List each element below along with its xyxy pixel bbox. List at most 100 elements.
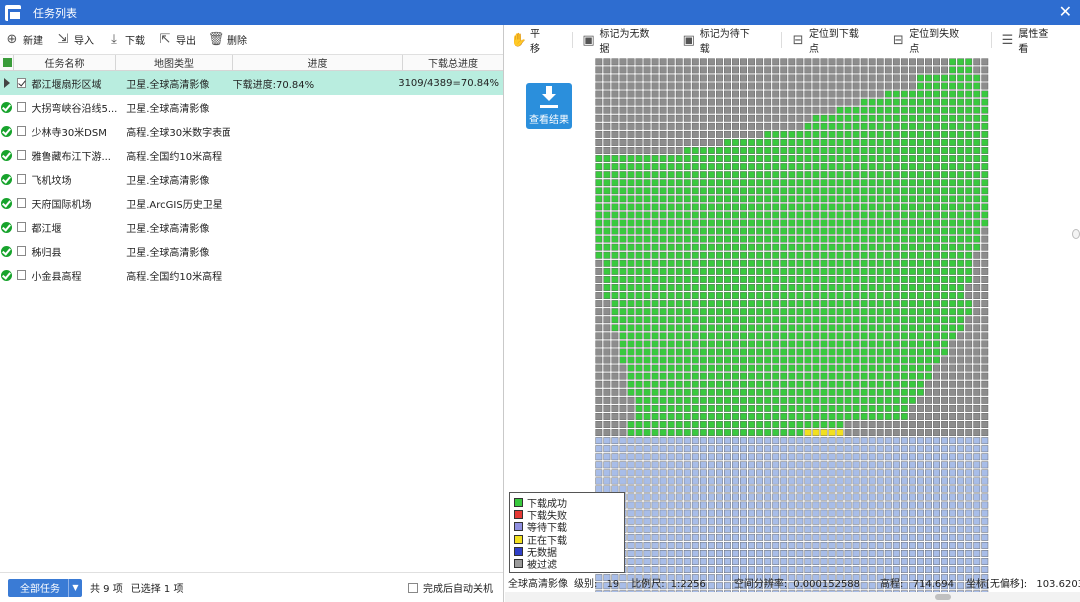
status-coord-label: 坐标[无偏移]:	[965, 578, 1028, 590]
tile-grid-map[interactable]	[595, 58, 989, 598]
status-elev: 714.694	[912, 578, 954, 590]
trash-icon: 🗑	[207, 32, 225, 47]
mark-nodata-button[interactable]: ▣ 标记为无数据	[581, 25, 659, 55]
task-map-type: 卫星.全球高清影像	[126, 175, 210, 187]
task-checkbox[interactable]	[16, 126, 27, 136]
mark-icon: ▣	[582, 32, 595, 48]
status-res: 0.000152588	[793, 578, 861, 590]
all-tasks-dropdown[interactable]: 全部任务 ▼	[8, 578, 82, 597]
task-checkbox[interactable]	[16, 246, 27, 256]
title-bar: 任务列表 ✕	[0, 0, 1080, 25]
task-map-type: 卫星.全球高清影像	[126, 223, 210, 235]
task-checkbox[interactable]	[16, 174, 27, 184]
view-result-button[interactable]: 查看结果	[526, 83, 572, 129]
hand-icon: ✋	[510, 32, 528, 48]
new-button[interactable]: ⊕ 新建	[4, 32, 43, 48]
auto-shutdown-checkbox[interactable]	[408, 582, 418, 593]
task-map-type: 高程.全球30米数字表面...	[126, 127, 230, 139]
task-row[interactable]: 大拐弯峡谷沿线5... 卫星.全球高清影像	[0, 95, 503, 119]
task-name: 雅鲁藏布江下游...	[31, 151, 111, 163]
col-total-header[interactable]: 下载总进度	[403, 55, 503, 71]
app-icon	[5, 4, 22, 21]
locate-downloaded-button[interactable]: ⊟ 定位到下载点	[790, 25, 868, 55]
task-row[interactable]: 雅鲁藏布江下游... 高程.全国约10米高程	[0, 143, 503, 167]
plus-circle-icon: ⊕	[6, 32, 18, 47]
col-type-header[interactable]: 地图类型	[116, 54, 233, 71]
map-status-bar: 全球高清影像 级别: 19 比例尺: 1:2256 空间分辨率: 0.0001525…	[505, 574, 1080, 590]
properties-button[interactable]: ☰ 属性查看	[1000, 25, 1058, 55]
legend-swatch	[514, 509, 523, 519]
task-checkbox[interactable]	[16, 222, 27, 232]
check-circle-icon	[1, 173, 13, 185]
check-circle-icon	[1, 269, 13, 281]
properties-label: 属性查看	[1018, 29, 1049, 55]
legend-swatch	[514, 522, 523, 532]
mark-nodata-label: 标记为无数据	[599, 29, 650, 55]
select-all-checkbox[interactable]	[0, 54, 14, 71]
task-checkbox[interactable]	[16, 150, 27, 160]
task-row[interactable]: 小金县高程 高程.全国约10米高程	[0, 263, 503, 287]
status-indicator	[0, 101, 14, 113]
task-map-type: 高程.全国约10米高程	[126, 151, 223, 163]
col-progress-header[interactable]: 进度	[233, 54, 403, 71]
task-progress: 下载进度:70.84%	[232, 79, 315, 91]
scroll-thumb[interactable]	[935, 594, 951, 600]
close-icon[interactable]: ✕	[1059, 3, 1072, 21]
properties-icon: ☰	[1001, 32, 1014, 48]
status-indicator	[0, 173, 14, 185]
task-name: 都江堰	[31, 223, 62, 235]
map-toolbar: ✋ 平移 ▣ 标记为无数据 ▣ 标记为待下载 ⊟ 定位到下载点 ⊟ 定位到失败点…	[505, 25, 1080, 55]
locate-icon: ⊟	[892, 32, 904, 48]
auto-shutdown-option[interactable]: 完成后自动关机	[408, 580, 493, 595]
status-indicator	[0, 269, 14, 281]
task-checkbox[interactable]	[16, 102, 27, 112]
pan-label: 平移	[530, 29, 540, 55]
map-pane: ✋ 平移 ▣ 标记为无数据 ▣ 标记为待下载 ⊟ 定位到下载点 ⊟ 定位到失败点…	[505, 25, 1080, 602]
col-name-header[interactable]: 任务名称	[14, 54, 116, 71]
task-row[interactable]: 飞机坟场 卫星.全球高清影像	[0, 167, 503, 191]
task-row[interactable]: 秭归县 卫星.全球高清影像	[0, 239, 503, 263]
legend-swatch	[514, 546, 523, 556]
vertical-scroll-knob[interactable]	[1072, 229, 1080, 239]
task-row[interactable]: 都江堰 卫星.全球高清影像	[0, 215, 503, 239]
export-button[interactable]: ⇱ 导出	[157, 32, 196, 48]
tile-legend: 下载成功 下载失败 等待下载 正在下载 无数据 被过滤	[509, 492, 625, 573]
task-name: 少林寺30米DSM	[31, 127, 107, 139]
task-row[interactable]: 天府国际机场 卫星.ArcGIS历史卫星	[0, 191, 503, 215]
download-button[interactable]: ⤓ 下载	[106, 32, 145, 48]
locate-downloaded-label: 定位到下载点	[808, 29, 859, 55]
task-count: 共 9 项	[90, 584, 123, 595]
task-name: 大拐弯峡谷沿线5...	[31, 103, 118, 115]
view-result-label: 查看结果	[529, 115, 569, 126]
chevron-down-icon[interactable]: ▼	[68, 578, 82, 597]
import-button[interactable]: ⇲ 导入	[55, 32, 94, 48]
horizontal-scrollbar[interactable]	[505, 592, 1080, 602]
mark-pending-button[interactable]: ▣ 标记为待下载	[681, 25, 759, 55]
pan-button[interactable]: ✋ 平移	[511, 25, 550, 55]
task-footer: 全部任务 ▼ 共 9 项 已选择 1 项 完成后自动关机	[0, 572, 503, 602]
window-title: 任务列表	[33, 6, 77, 20]
mark-pending-label: 标记为待下载	[699, 29, 750, 55]
delete-button[interactable]: 🗑 删除	[208, 32, 247, 48]
download-icon: ⤓	[111, 32, 117, 47]
task-map-type: 卫星.全球高清影像	[126, 103, 210, 115]
task-checkbox[interactable]	[16, 270, 27, 280]
task-checkbox[interactable]	[16, 198, 27, 208]
legend-label: 被过滤	[527, 560, 557, 572]
task-name: 飞机坟场	[31, 175, 72, 187]
task-checkbox[interactable]	[16, 78, 27, 88]
task-row[interactable]: 少林寺30米DSM 高程.全球30米数字表面...	[0, 119, 503, 143]
download-arrow-icon	[540, 86, 558, 104]
status-scale: 1:2256	[670, 578, 706, 590]
legend-swatch	[514, 559, 523, 569]
task-row[interactable]: 都江堰扇形区域 卫星.全球高清影像 下载进度:70.84% 3109/4389=70.…	[0, 71, 503, 95]
export-label: 导出	[176, 36, 196, 47]
all-tasks-label: 全部任务	[20, 584, 60, 595]
task-name: 秭归县	[31, 247, 62, 259]
task-toolbar: ⊕ 新建 ⇲ 导入 ⤓ 下载 ⇱ 导出 🗑 删除	[0, 25, 503, 55]
task-map-type: 卫星.ArcGIS历史卫星	[126, 199, 223, 211]
locate-failed-button[interactable]: ⊟ 定位到失败点	[890, 25, 968, 55]
locate-icon: ⊟	[792, 32, 804, 48]
status-res-label: 空间分辨率:	[733, 578, 788, 590]
import-icon: ⇲	[57, 32, 69, 47]
